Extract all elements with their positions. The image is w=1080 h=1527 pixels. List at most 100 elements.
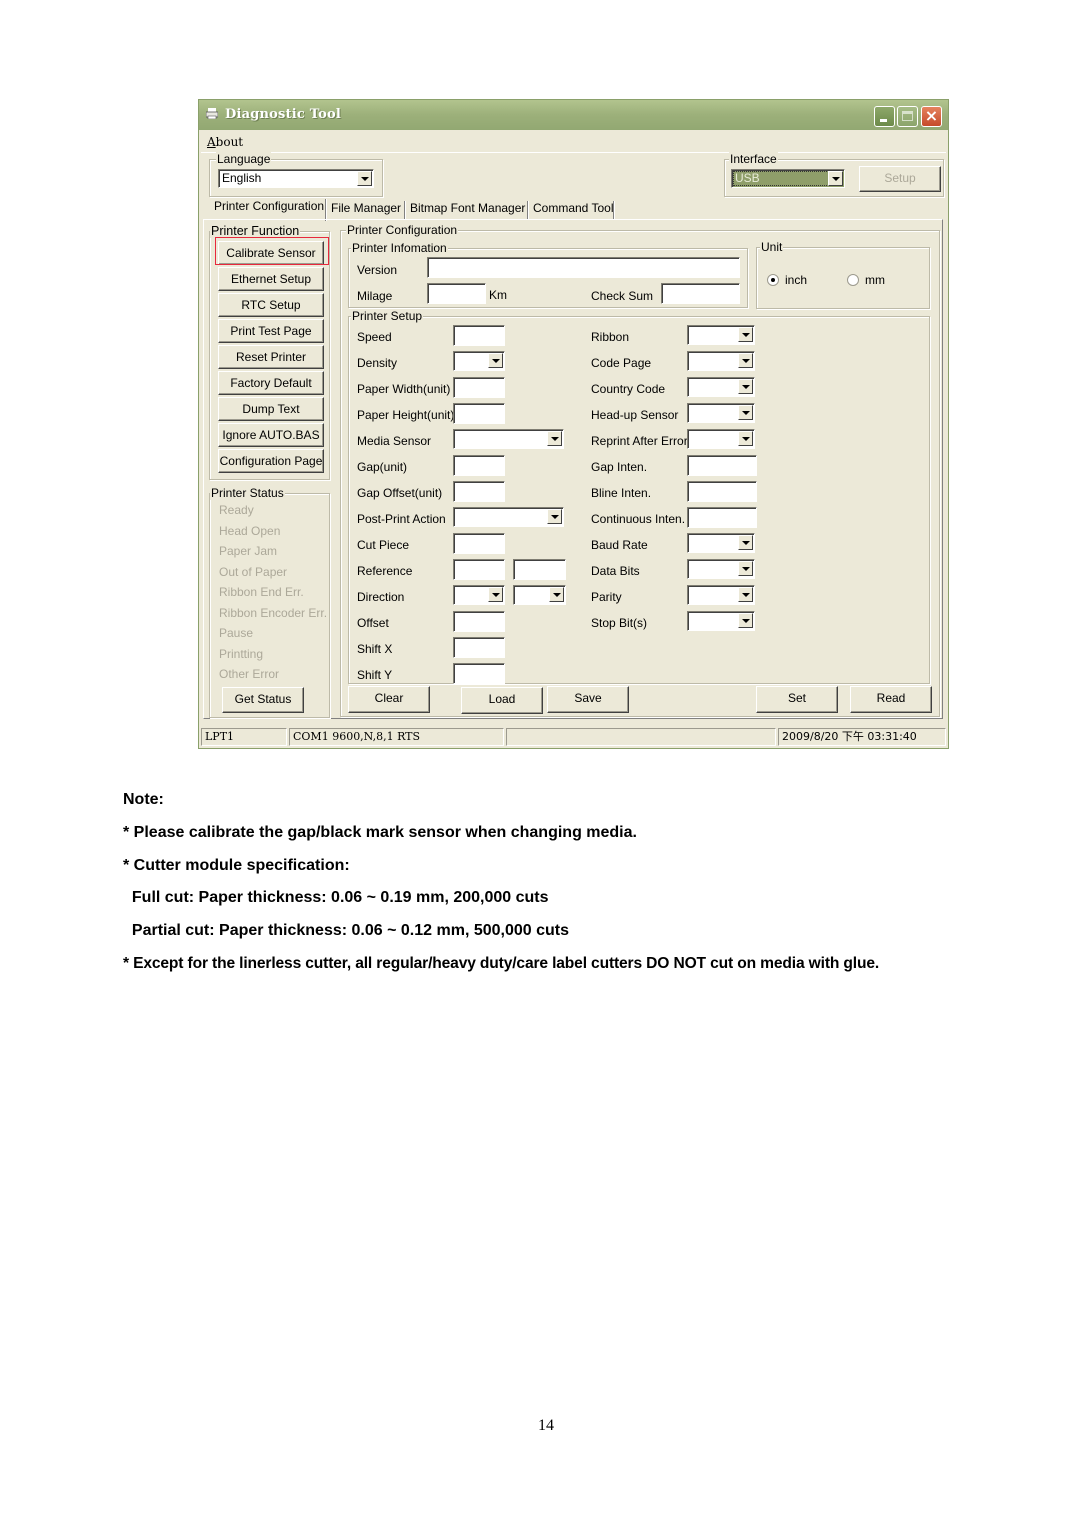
printer-configuration-legend: Printer Configuration	[346, 223, 459, 237]
reprint-after-error-select[interactable]	[687, 429, 755, 449]
shift-x-field[interactable]	[453, 637, 505, 658]
dump-text-button[interactable]: Dump Text	[218, 397, 324, 421]
rtc-setup-button[interactable]: RTC Setup	[218, 293, 324, 317]
chevron-down-icon[interactable]	[488, 353, 503, 368]
reference-field-1[interactable]	[453, 559, 505, 580]
tab-bitmap-font-manager[interactable]: Bitmap Font Manager	[406, 199, 529, 219]
language-value: English	[222, 171, 262, 185]
menu-about-label: bout	[215, 135, 244, 149]
data-bits-select[interactable]	[687, 559, 755, 579]
chevron-down-icon[interactable]	[828, 171, 843, 186]
printer-function-group: Printer Function Calibrate Sensor Ethern…	[209, 224, 330, 480]
chevron-down-icon[interactable]	[738, 405, 753, 420]
media-sensor-select[interactable]	[453, 429, 564, 449]
configuration-page-button[interactable]: Configuration Page	[218, 449, 324, 473]
paper-height-unit-field[interactable]	[453, 403, 505, 424]
chevron-down-icon[interactable]	[738, 535, 753, 550]
baud-rate-select[interactable]	[687, 533, 755, 553]
tab-printer-configuration[interactable]: Printer Configuration	[210, 197, 328, 217]
speed-field[interactable]	[453, 325, 505, 346]
chevron-down-icon[interactable]	[547, 509, 562, 524]
gap-offset-unit-label: Gap Offset(unit)	[357, 486, 443, 500]
code-page-select[interactable]	[687, 351, 755, 371]
unit-inch-label: inch	[785, 273, 808, 287]
gap-offset-unit-field[interactable]	[453, 481, 505, 502]
paper-width-unit-field[interactable]	[453, 377, 505, 398]
stop-bit-s-select[interactable]	[687, 611, 755, 631]
post-print-action-select[interactable]	[453, 507, 564, 527]
unit-inch-radio[interactable]	[767, 274, 779, 286]
bline-inten-label: Bline Inten.	[591, 486, 652, 500]
country-code-select[interactable]	[687, 377, 755, 397]
chevron-down-icon[interactable]	[738, 431, 753, 446]
printer-status-legend: Printer Status	[210, 486, 285, 500]
chevron-down-icon[interactable]	[738, 561, 753, 576]
chevron-down-icon[interactable]	[357, 171, 372, 186]
chevron-down-icon[interactable]	[549, 587, 564, 602]
note-line: * Except for the linerless cutter, all r…	[123, 955, 880, 972]
reference-field-2[interactable]	[513, 559, 566, 580]
interface-group: Interface USB Setup	[724, 152, 944, 197]
chevron-down-icon[interactable]	[738, 613, 753, 628]
printer-information-legend: Printer Infomation	[351, 241, 448, 255]
post-print-action-label: Post-Print Action	[357, 512, 446, 526]
interface-select[interactable]: USB	[731, 169, 845, 188]
milage-unit: Km	[489, 288, 507, 302]
continuous-inten-field[interactable]	[687, 507, 757, 528]
reset-printer-button[interactable]: Reset Printer	[218, 345, 324, 369]
ethernet-setup-button[interactable]: Ethernet Setup	[218, 267, 324, 291]
paper-width-unit-label: Paper Width(unit)	[357, 382, 451, 396]
statusbar-datetime: 2009/8/20 下午 03:31:40	[778, 728, 946, 746]
version-field[interactable]	[427, 257, 740, 278]
ribbon-select[interactable]	[687, 325, 755, 345]
bline-inten-field[interactable]	[687, 481, 757, 502]
print-test-page-button[interactable]: Print Test Page	[218, 319, 324, 343]
close-button[interactable]: ×	[921, 106, 942, 127]
interface-value: USB	[735, 171, 760, 185]
tab-file-manager[interactable]: File Manager	[327, 199, 405, 219]
offset-label: Offset	[357, 616, 389, 630]
shift-y-field[interactable]	[453, 663, 505, 684]
chevron-down-icon[interactable]	[547, 431, 562, 446]
unit-mm-radio[interactable]	[847, 274, 859, 286]
language-select[interactable]: English	[218, 169, 374, 188]
chevron-down-icon[interactable]	[488, 587, 503, 602]
density-select[interactable]	[453, 351, 505, 371]
printer-status-group: Printer Status Ready Head Open Paper Jam…	[209, 486, 330, 718]
reference-label: Reference	[357, 564, 413, 578]
direction-select-1[interactable]	[453, 585, 505, 605]
factory-default-button[interactable]: Factory Default	[218, 371, 324, 395]
maximize-button[interactable]	[897, 106, 918, 127]
language-legend: Language	[216, 152, 272, 166]
chevron-down-icon[interactable]	[738, 327, 753, 342]
printer-function-legend: Printer Function	[210, 224, 301, 238]
note-line: * Cutter module specification:	[123, 857, 350, 874]
chevron-down-icon[interactable]	[738, 353, 753, 368]
tab-command-tool[interactable]: Command Tool	[529, 199, 617, 219]
title-bar[interactable]: Diagnostic Tool ×	[199, 100, 948, 130]
checksum-field[interactable]	[661, 283, 740, 304]
tab-divider	[404, 201, 405, 219]
printer-setup-group: Printer Setup Speed Density Paper Width(un…	[348, 309, 930, 684]
cut-piece-field[interactable]	[453, 533, 505, 554]
gap-unit-field[interactable]	[453, 455, 505, 476]
read-button[interactable]: Read	[850, 686, 932, 713]
menu-about[interactable]: About	[207, 135, 243, 149]
offset-field[interactable]	[453, 611, 505, 632]
load-button[interactable]: Load	[461, 687, 543, 714]
save-button[interactable]: Save	[547, 686, 629, 713]
milage-field[interactable]	[427, 283, 486, 304]
minimize-button[interactable]	[874, 106, 895, 127]
clear-button[interactable]: Clear	[348, 686, 430, 713]
head-up-sensor-select[interactable]	[687, 403, 755, 423]
gap-inten-field[interactable]	[687, 455, 757, 476]
chevron-down-icon[interactable]	[738, 587, 753, 602]
printer-icon	[206, 108, 218, 119]
set-button[interactable]: Set	[756, 686, 838, 713]
chevron-down-icon[interactable]	[738, 379, 753, 394]
parity-select[interactable]	[687, 585, 755, 605]
ignore-autobas-button[interactable]: Ignore AUTO.BAS	[218, 423, 324, 447]
direction-select-2[interactable]	[513, 585, 566, 605]
setup-button[interactable]: Setup	[859, 166, 941, 192]
get-status-button[interactable]: Get Status	[222, 687, 304, 713]
